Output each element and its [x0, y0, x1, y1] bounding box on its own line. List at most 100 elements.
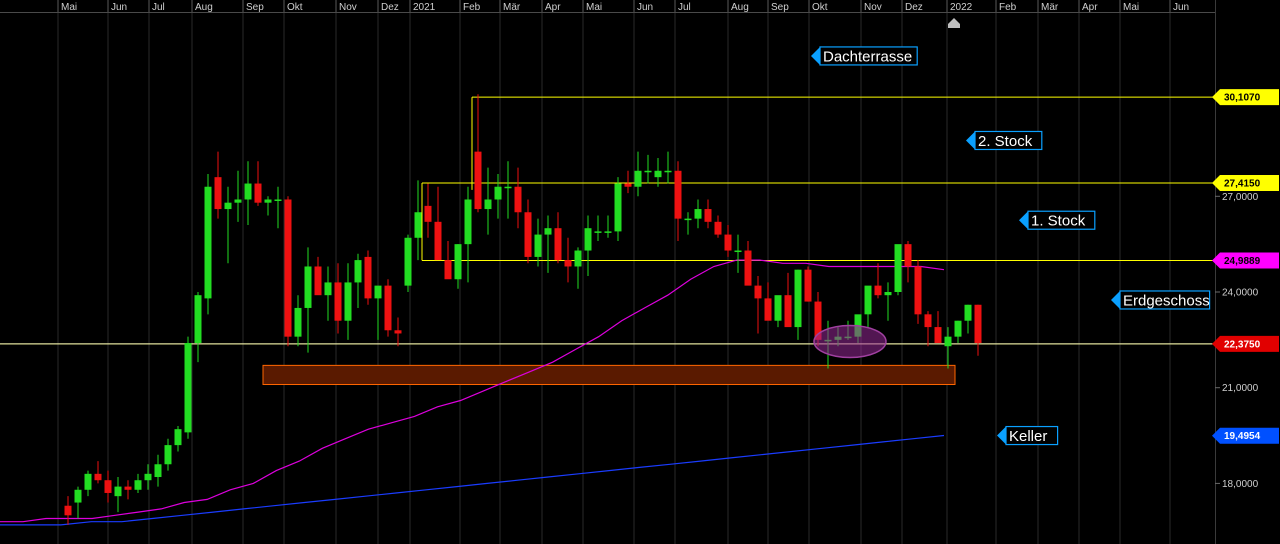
- candle-body: [164, 445, 172, 465]
- moving-average-line-magenta: [0, 259, 945, 523]
- candle-body: [204, 186, 212, 299]
- candle-body: [104, 480, 112, 493]
- floor-label-arrow-icon: [1111, 290, 1120, 309]
- x-tick-label: Mär: [503, 2, 521, 13]
- candle-body: [144, 473, 152, 481]
- support-zone-layer: [262, 364, 956, 386]
- floor-label: 1. Stock: [1031, 213, 1086, 230]
- candle-body: [434, 221, 442, 261]
- x-tick-label: Apr: [545, 2, 561, 13]
- x-tick-label: Aug: [195, 2, 213, 13]
- x-tick-label: Dez: [381, 2, 399, 13]
- candle-body: [784, 295, 792, 328]
- x-tick-label: Mai: [61, 2, 77, 13]
- candle-body: [554, 228, 562, 261]
- candle-body: [954, 320, 962, 337]
- candle-body: [474, 151, 482, 210]
- candle-body: [234, 199, 242, 203]
- x-tick-label: Mär: [1041, 2, 1059, 13]
- x-tick-label: 2022: [950, 2, 973, 13]
- candle-body: [374, 285, 382, 299]
- candlestick-chart: Mai Jun Jul Aug Sep Okt Nov Dez 2021 Feb Mär Apr Mai…: [0, 0, 1279, 544]
- x-tick-label: Nov: [339, 2, 357, 13]
- candle-body: [524, 212, 532, 257]
- candle-body: [764, 298, 772, 321]
- candles-layer: [64, 94, 982, 525]
- candle-body: [624, 183, 632, 187]
- candle-body: [504, 186, 512, 189]
- support-zone: [262, 364, 956, 386]
- candle-body: [864, 285, 872, 315]
- candle-body: [964, 304, 972, 321]
- x-tick-label: Aug: [731, 2, 749, 13]
- candle-body: [194, 295, 202, 344]
- candle-body: [684, 218, 692, 221]
- candle-body: [634, 170, 642, 187]
- candle-body: [294, 307, 302, 337]
- x-tick-label: Jul: [152, 2, 165, 13]
- axis-layer: Mai Jun Jul Aug Sep Okt Nov Dez 2021 Feb Mär Apr Mai…: [0, 0, 1259, 544]
- candle-body: [644, 170, 652, 173]
- candle-body: [244, 183, 252, 200]
- candle-body: [404, 237, 412, 286]
- candle-body: [574, 250, 582, 267]
- candle-body: [744, 250, 752, 286]
- current-period-marker-icon: [948, 18, 960, 28]
- price-tag-label: 19,4954: [1224, 431, 1261, 442]
- candle-body: [514, 186, 522, 213]
- candle-body: [904, 244, 912, 267]
- floor-label: Dachterrasse: [823, 48, 912, 65]
- candle-body: [484, 199, 492, 210]
- candle-body: [754, 285, 762, 299]
- candle-body: [384, 285, 392, 331]
- candle-body: [154, 464, 162, 478]
- candle-body: [84, 473, 92, 490]
- candle-body: [444, 260, 452, 280]
- candle-body: [64, 505, 72, 516]
- candle-body: [914, 266, 922, 315]
- candle-body: [714, 221, 722, 235]
- candle-body: [544, 228, 552, 235]
- moving-average-layer: [0, 259, 945, 526]
- candle-body: [804, 269, 812, 302]
- floor-label: Erdgeschoss: [1123, 292, 1210, 309]
- candle-body: [704, 209, 712, 222]
- candle-body: [794, 269, 802, 328]
- floor-label-arrow-icon: [966, 131, 975, 150]
- floor-label-arrow-icon: [1019, 211, 1028, 230]
- x-tick-label: Feb: [463, 2, 481, 13]
- candle-body: [584, 228, 592, 251]
- candle-body: [214, 177, 222, 210]
- candle-body: [174, 429, 182, 446]
- candle-body: [114, 486, 122, 497]
- grid-layer: [57, 12, 1171, 544]
- x-tick-label: Dez: [905, 2, 923, 13]
- candle-body: [184, 343, 192, 433]
- candle-body: [414, 212, 422, 238]
- candle-body: [564, 260, 572, 267]
- candle-body: [284, 199, 292, 337]
- x-tick-label: Apr: [1082, 2, 1098, 13]
- price-tag-label: 24,9889: [1224, 256, 1261, 267]
- candle-body: [974, 304, 982, 344]
- chart-root: Mai Jun Jul Aug Sep Okt Nov Dez 2021 Feb Mär Apr Mai…: [0, 0, 1280, 544]
- floor-labels-layer: Dachterrasse 2. Stock 1. Stock Erdgeschoss K…: [811, 46, 1211, 446]
- y-tick-label: 27,0000: [1222, 192, 1259, 203]
- candle-body: [594, 231, 602, 233]
- candle-body: [674, 170, 682, 219]
- candle-body: [494, 186, 502, 200]
- candle-body: [534, 234, 542, 257]
- y-tick-label: 24,0000: [1222, 288, 1259, 299]
- candle-body: [304, 266, 312, 308]
- x-tick-label: Jul: [678, 2, 691, 13]
- candle-body: [464, 199, 472, 245]
- candle-body: [344, 282, 352, 321]
- candle-body: [454, 244, 462, 280]
- candle-body: [664, 170, 672, 173]
- candle-body: [604, 231, 612, 233]
- candle-body: [354, 260, 362, 283]
- candle-body: [264, 199, 272, 203]
- candle-body: [614, 183, 622, 232]
- candle-body: [124, 486, 132, 490]
- candle-body: [274, 199, 282, 201]
